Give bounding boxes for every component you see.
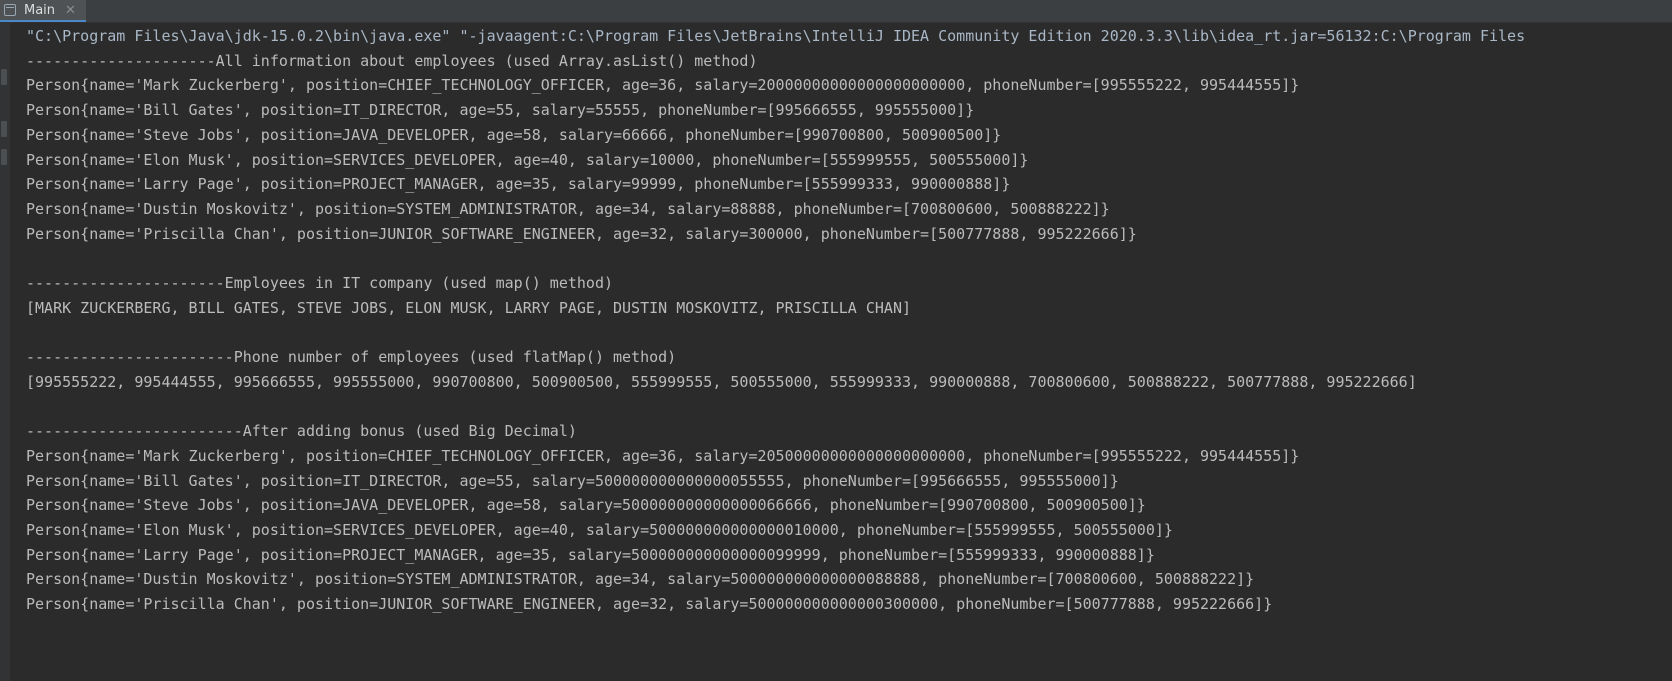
console-line: -----------------------Phone number of e… bbox=[26, 348, 677, 367]
console-line: Person{name='Mark Zuckerberg', position=… bbox=[26, 76, 1300, 95]
console-output[interactable]: "C:\Program Files\Java\jdk-15.0.2\bin\ja… bbox=[26, 24, 1672, 681]
console-line: Person{name='Larry Page', position=PROJE… bbox=[26, 545, 1155, 564]
console-line: Person{name='Steve Jobs', position=JAVA_… bbox=[26, 496, 1146, 515]
close-icon[interactable]: ✕ bbox=[65, 3, 76, 18]
console-line: Person{name='Larry Page', position=PROJE… bbox=[26, 175, 1011, 194]
console-icon bbox=[4, 4, 16, 16]
console-line: Person{name='Bill Gates', position=IT_DI… bbox=[26, 101, 975, 120]
console-line: Person{name='Priscilla Chan', position=J… bbox=[26, 595, 1273, 614]
console-command-line: "C:\Program Files\Java\jdk-15.0.2\bin\ja… bbox=[26, 27, 1526, 45]
console-line: ------------------------After adding bon… bbox=[26, 422, 577, 441]
console-line: Person{name='Bill Gates', position=IT_DI… bbox=[26, 471, 1119, 490]
tab-main[interactable]: Main ✕ bbox=[0, 0, 86, 22]
console-line: ----------------------Employees in IT co… bbox=[26, 274, 613, 292]
tab-main-label: Main bbox=[24, 2, 56, 18]
console-line: [995555222, 995444555, 995666555, 995555… bbox=[26, 372, 1417, 391]
console-line: Person{name='Steve Jobs', position=JAVA_… bbox=[26, 125, 1002, 144]
console-line: ---------------------All information abo… bbox=[26, 51, 758, 70]
console-line: Person{name='Dustin Moskovitz', position… bbox=[26, 199, 1110, 218]
run-tab-bar: Main ✕ bbox=[0, 0, 1672, 23]
console-line: Person{name='Mark Zuckerberg', position=… bbox=[26, 446, 1300, 465]
gutter-marker bbox=[1, 69, 7, 85]
gutter-marker bbox=[1, 149, 7, 165]
console-line: [MARK ZUCKERBERG, BILL GATES, STEVE JOBS… bbox=[26, 298, 912, 317]
console-line: Person{name='Priscilla Chan', position=J… bbox=[26, 224, 1137, 243]
console-line: Person{name='Dustin Moskovitz', position… bbox=[26, 570, 1255, 589]
gutter-marker bbox=[1, 121, 7, 137]
console-line: Person{name='Elon Musk', position=SERVIC… bbox=[26, 150, 1029, 169]
console-line: Person{name='Elon Musk', position=SERVIC… bbox=[26, 521, 1173, 539]
console-gutter bbox=[0, 23, 10, 681]
